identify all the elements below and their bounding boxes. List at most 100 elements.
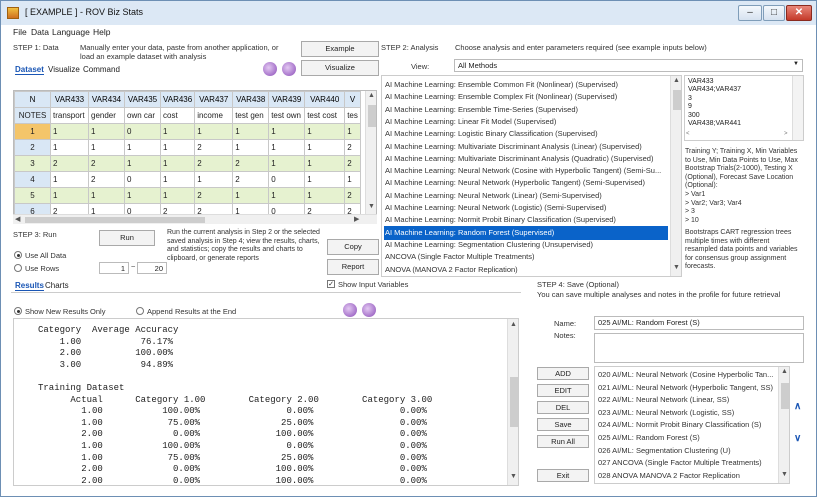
row-to-input[interactable]: 20	[137, 262, 167, 274]
minimize-button[interactable]: –	[738, 5, 762, 21]
run-all-button[interactable]: Run All	[537, 435, 589, 448]
grid-cell[interactable]: 2	[344, 155, 361, 172]
grid-cell[interactable]: 1	[124, 187, 161, 204]
grid-notes-row[interactable]: NOTES transport gender own car cost income tes…	[14, 107, 361, 124]
params-scrollbar[interactable]	[792, 76, 803, 140]
grid-horizontal-scrollbar[interactable]: ◀ ▶	[13, 214, 377, 224]
grid-cell[interactable]: 1	[50, 123, 89, 140]
grid-cell[interactable]: 1	[159, 171, 196, 188]
grid-cell[interactable]: 2	[88, 155, 125, 172]
table-row[interactable]: 3221122112	[14, 155, 361, 172]
append-results-radio[interactable]	[136, 307, 144, 315]
menu-file[interactable]: File	[13, 27, 27, 37]
show-input-variables-checkbox[interactable]: ✓	[327, 280, 335, 288]
grid-cell[interactable]: 1	[304, 123, 346, 140]
grid-cell[interactable]: 0	[268, 171, 306, 188]
grid-cell[interactable]: 1	[194, 123, 234, 140]
name-input[interactable]: 025 AI/ML: Random Forest (S)	[594, 316, 804, 330]
saved-analysis-item[interactable]: 028 ANOVA MANOVA 2 Factor Replication	[597, 469, 777, 483]
menu-data[interactable]: Data	[31, 27, 49, 37]
visualize-button[interactable]: Visualize	[301, 60, 379, 76]
grid-scroll-thumb[interactable]	[368, 105, 376, 127]
grid-cell[interactable]: 1	[344, 123, 361, 140]
results-output[interactable]: Category Average Accuracy 1.00 76.17% 2.…	[13, 318, 519, 486]
grid-col-header[interactable]: VAR435	[124, 91, 161, 108]
grid-vertical-scrollbar[interactable]: ▲ ▼	[365, 91, 376, 215]
grid-col-header[interactable]: VAR439	[268, 91, 306, 108]
view-select[interactable]: All Methods ▼	[454, 59, 803, 72]
grid-cell[interactable]: 1	[232, 139, 270, 156]
method-list-item[interactable]: ANOVA (MANOVA 2 Factor Replication)	[384, 263, 668, 277]
grid-col-header[interactable]: VAR437	[194, 91, 234, 108]
grid-hscroll-thumb[interactable]	[25, 217, 205, 223]
results-scroll-up-icon[interactable]: ▲	[508, 321, 518, 328]
row-number[interactable]: 3	[14, 155, 51, 172]
grid-col-header[interactable]: N	[14, 91, 51, 108]
grid-col-header[interactable]: VAR438	[232, 91, 270, 108]
use-all-data-radio[interactable]	[14, 251, 22, 259]
tab-results[interactable]: Results	[15, 281, 44, 291]
menu-help[interactable]: Help	[93, 27, 110, 37]
methods-list[interactable]: AI Machine Learning: Ensemble Common Fit…	[381, 75, 682, 277]
grid-cell[interactable]: 1	[304, 187, 346, 204]
row-number[interactable]: 1	[14, 123, 51, 140]
grid-cell[interactable]: 2	[88, 171, 125, 188]
row-number[interactable]: 5	[14, 187, 51, 204]
table-row[interactable]: 4120112011	[14, 171, 361, 188]
grid-cell[interactable]: 2	[194, 139, 234, 156]
grid-cell[interactable]: 2	[194, 187, 234, 204]
table-row[interactable]: 1110111111	[14, 123, 361, 140]
saved-scroll-thumb[interactable]	[781, 383, 789, 409]
grid-cell[interactable]: 1	[268, 155, 306, 172]
grid-cell[interactable]: 1	[50, 187, 89, 204]
results-forward-icon[interactable]	[362, 303, 376, 317]
grid-cell[interactable]: 1	[232, 123, 270, 140]
tab-visualize[interactable]: Visualize	[48, 65, 80, 74]
results-scrollbar[interactable]: ▲ ▼	[507, 319, 518, 485]
grid-cell[interactable]: 1	[124, 139, 161, 156]
scroll-down-icon[interactable]: ▼	[366, 203, 376, 210]
report-button[interactable]: Report	[327, 259, 379, 275]
grid-cell[interactable]: 1	[194, 171, 234, 188]
exit-button[interactable]: Exit	[537, 469, 589, 482]
grid-col-header[interactable]: VAR436	[159, 91, 196, 108]
saved-scroll-down-icon[interactable]: ▼	[779, 471, 789, 478]
params-scroll-left-icon[interactable]: <	[686, 131, 690, 137]
add-button[interactable]: ADD	[537, 367, 589, 380]
grid-cell[interactable]: 1	[159, 187, 196, 204]
scroll-up-icon[interactable]: ▲	[366, 92, 376, 99]
saved-analyses-list[interactable]: 020 AI/ML: Neural Network (Cosine Hyperb…	[594, 366, 790, 484]
grid-note-cell[interactable]: test gen	[232, 107, 270, 124]
grid-note-cell[interactable]: transport	[50, 107, 89, 124]
delete-button[interactable]: DEL	[537, 401, 589, 414]
grid-note-cell[interactable]: tes	[344, 107, 361, 124]
methods-scroll-down-icon[interactable]: ▼	[671, 264, 681, 271]
grid-notes-label[interactable]: NOTES	[14, 107, 51, 124]
grid-cell[interactable]: 1	[344, 171, 361, 188]
notes-input[interactable]	[594, 333, 804, 363]
grid-cell[interactable]: 2	[50, 155, 89, 172]
grid-note-cell[interactable]: test cost	[304, 107, 346, 124]
grid-cell[interactable]: 1	[268, 187, 306, 204]
grid-note-cell[interactable]: income	[194, 107, 234, 124]
show-new-results-radio[interactable]	[14, 307, 22, 315]
methods-scroll-up-icon[interactable]: ▲	[671, 77, 681, 84]
grid-cell[interactable]: 1	[88, 123, 125, 140]
table-row[interactable]: 5111121112	[14, 187, 361, 204]
back-arrow-icon[interactable]	[263, 62, 277, 76]
results-back-icon[interactable]	[343, 303, 357, 317]
tab-charts[interactable]: Charts	[45, 281, 69, 290]
results-scroll-down-icon[interactable]: ▼	[508, 473, 518, 480]
grid-note-cell[interactable]: own car	[124, 107, 161, 124]
tab-command[interactable]: Command	[83, 65, 120, 74]
tab-dataset[interactable]: Dataset	[15, 65, 44, 75]
run-button[interactable]: Run	[99, 230, 155, 246]
row-number[interactable]: 4	[14, 171, 51, 188]
grid-cell[interactable]: 1	[88, 139, 125, 156]
results-scroll-thumb[interactable]	[510, 377, 518, 427]
params-scroll-right-icon[interactable]: >	[784, 131, 788, 137]
grid-cell[interactable]: 1	[88, 187, 125, 204]
move-up-icon[interactable]: ∧	[794, 401, 801, 412]
grid-cell[interactable]: 2	[232, 171, 270, 188]
grid-cell[interactable]: 0	[124, 123, 161, 140]
